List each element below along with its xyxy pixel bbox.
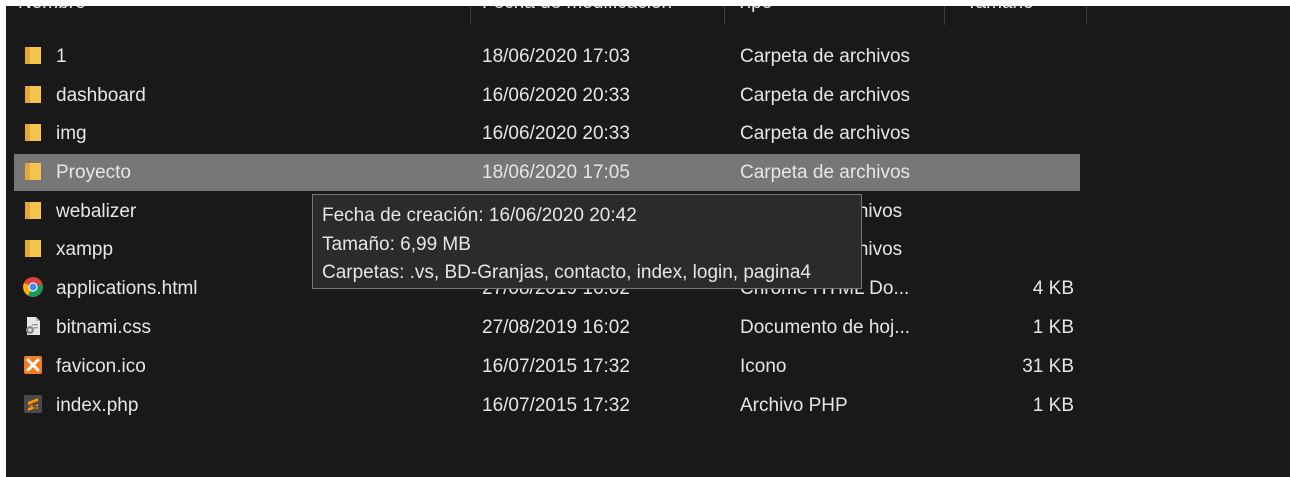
file-date: 18/06/2020 17:05 bbox=[482, 162, 630, 183]
tooltip-size: Tamaño: 6,99 MB bbox=[322, 234, 471, 255]
file-name: favicon.ico bbox=[56, 356, 146, 377]
file-date: 16/06/2020 20:33 bbox=[482, 85, 630, 106]
file-type: Carpeta de archivos bbox=[740, 123, 911, 144]
column-header: Nombre Fecha de modificación Tipo Tamaño bbox=[6, 6, 1290, 30]
file-name: index.php bbox=[56, 395, 139, 416]
file-size: 1 KB bbox=[1032, 317, 1074, 338]
file-name: img bbox=[56, 123, 87, 144]
file-date: 16/07/2015 17:32 bbox=[482, 395, 630, 416]
file-type: Carpeta de archivos bbox=[740, 46, 911, 67]
tooltip-folders: Carpetas: .vs, BD-Granjas, contacto, ind… bbox=[322, 262, 811, 283]
xampp-icon bbox=[24, 356, 42, 374]
file-name: dashboard bbox=[56, 85, 146, 106]
file-date: 18/06/2020 17:03 bbox=[482, 46, 630, 67]
file-name: applications.html bbox=[56, 278, 198, 299]
file-explorer: Nombre Fecha de modificación Tipo Tamaño… bbox=[6, 6, 1290, 477]
file-size: 1 KB bbox=[1032, 395, 1074, 416]
file-type: Documento de hoj... bbox=[740, 317, 911, 338]
file-row-selected[interactable]: Proyecto 18/06/2020 17:05 Carpeta de arc… bbox=[14, 154, 1080, 191]
file-row[interactable]: dashboard 16/06/2020 20:33 Carpeta de ar… bbox=[14, 77, 1080, 114]
file-date: 16/06/2020 20:33 bbox=[482, 123, 630, 144]
file-name: xampp bbox=[56, 239, 114, 260]
tooltip-creation-date: Fecha de creación: 16/06/2020 20:42 bbox=[322, 205, 637, 226]
folder-icon bbox=[25, 240, 41, 257]
file-row[interactable]: 1 18/06/2020 17:03 Carpeta de archivos bbox=[14, 38, 1080, 75]
file-row[interactable]: index.php 16/07/2015 17:32 Archivo PHP 1… bbox=[14, 387, 1080, 424]
file-type: Carpeta de archivos bbox=[740, 162, 911, 183]
column-divider[interactable] bbox=[944, 6, 945, 25]
file-size: 31 KB bbox=[1022, 356, 1074, 377]
file-row[interactable]: favicon.ico 16/07/2015 17:32 Icono 31 KB bbox=[14, 348, 1080, 385]
column-divider[interactable] bbox=[1086, 6, 1087, 25]
sublime-icon bbox=[24, 395, 42, 413]
file-type: Carpeta de archivos bbox=[740, 85, 911, 106]
file-name: Proyecto bbox=[56, 162, 131, 183]
file-date: 16/07/2015 17:32 bbox=[482, 356, 630, 377]
file-size: 4 KB bbox=[1032, 278, 1074, 299]
column-name-header[interactable]: Nombre bbox=[18, 6, 86, 14]
folder-info-tooltip: Fecha de creación: 16/06/2020 20:42 Tama… bbox=[312, 194, 862, 289]
file-name: bitnami.css bbox=[56, 317, 152, 338]
file-row[interactable]: bitnami.css 27/08/2019 16:02 Documento d… bbox=[14, 309, 1080, 346]
column-divider[interactable] bbox=[470, 6, 471, 25]
file-name: 1 bbox=[56, 46, 67, 67]
folder-icon bbox=[25, 47, 41, 64]
file-name: webalizer bbox=[56, 201, 137, 222]
folder-icon bbox=[25, 202, 41, 219]
column-size-header[interactable]: Tamaño bbox=[966, 6, 1034, 14]
file-date: 27/08/2019 16:02 bbox=[482, 317, 630, 338]
column-type-header[interactable]: Tipo bbox=[736, 6, 772, 14]
file-type: Icono bbox=[740, 356, 787, 377]
folder-icon bbox=[25, 124, 41, 141]
css-file-icon bbox=[26, 317, 40, 335]
folder-icon bbox=[25, 163, 41, 180]
column-divider[interactable] bbox=[724, 6, 725, 25]
folder-icon bbox=[25, 86, 41, 103]
file-type: Archivo PHP bbox=[740, 395, 848, 416]
chrome-icon bbox=[23, 277, 43, 297]
file-row[interactable]: img 16/06/2020 20:33 Carpeta de archivos bbox=[14, 115, 1080, 152]
column-date-header[interactable]: Fecha de modificación bbox=[482, 6, 672, 14]
